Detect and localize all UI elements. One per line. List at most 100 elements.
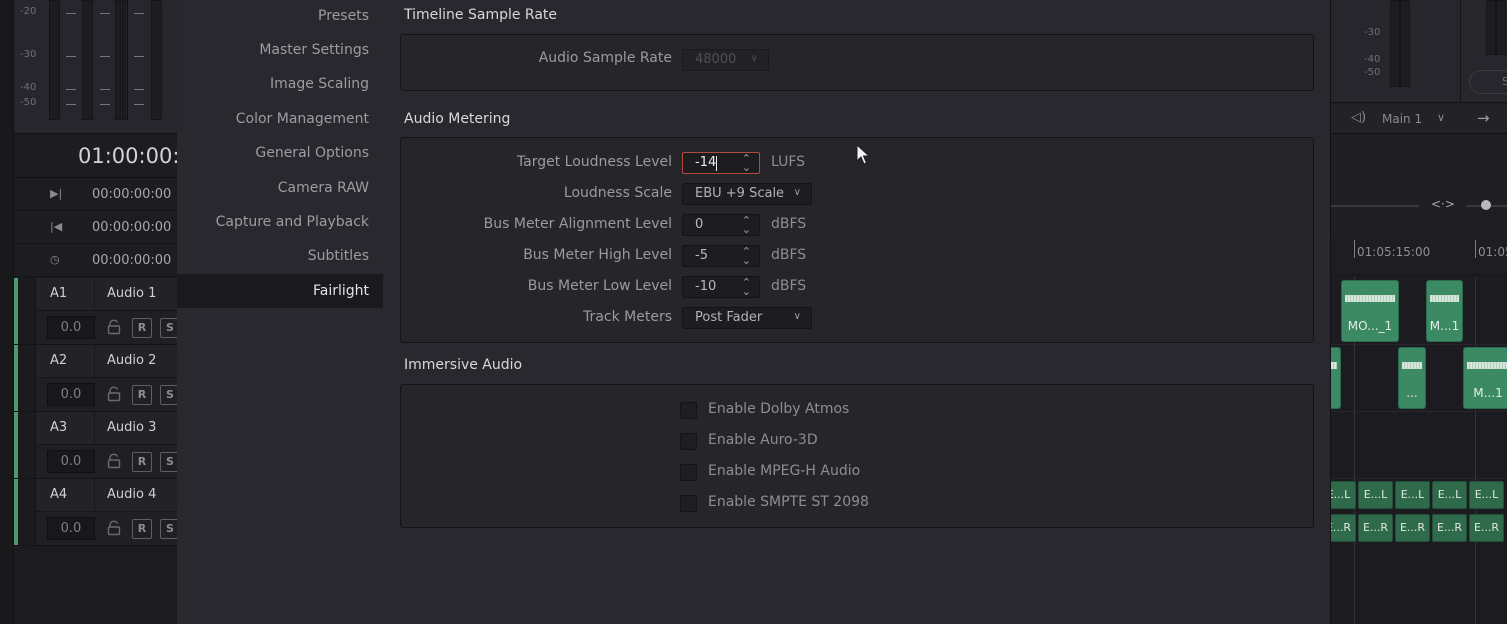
record-arm-button[interactable]: R xyxy=(132,385,152,405)
timecode-row-duration: ◷ 00:00:00:00 xyxy=(14,244,177,277)
audio-clip[interactable]: ... xyxy=(1398,347,1426,409)
track-meters-dropdown[interactable]: Post Fader ∨ xyxy=(682,307,812,329)
stepper-icon[interactable]: ⌃⌄ xyxy=(742,247,751,265)
stereo-clip-right[interactable]: E...R xyxy=(1358,514,1393,542)
bus-name[interactable]: Main 1 xyxy=(1382,112,1422,126)
meter-tick xyxy=(134,56,144,57)
bus-high-value[interactable]: -5 xyxy=(695,248,708,263)
track-header[interactable]: A2 Audio 2 xyxy=(36,345,177,378)
stereo-clip-right[interactable]: E...R xyxy=(1395,514,1430,542)
stereo-clip-left[interactable]: E...L xyxy=(1432,481,1467,509)
meter-scale-label: -40 xyxy=(20,82,36,93)
expand-horizontal-icon[interactable]: <·> xyxy=(1431,197,1455,211)
meter-tick xyxy=(134,104,144,105)
target-loudness-input[interactable]: -14 ⌃⌄ xyxy=(682,152,760,174)
option-label[interactable]: Enable Dolby Atmos xyxy=(708,401,849,417)
audio-clip[interactable]: M...1 xyxy=(1426,280,1463,342)
timeline-ruler[interactable]: 01:05:15:00 01:05 xyxy=(1331,236,1507,276)
checkbox[interactable] xyxy=(680,495,697,512)
track-name[interactable]: Audio 2 xyxy=(107,353,156,368)
stereo-clip-left[interactable]: E...L xyxy=(1358,481,1393,509)
bus-low-unit: dBFS xyxy=(771,278,806,294)
loudness-scale-dropdown[interactable]: EBU +9 Scale ∨ xyxy=(682,183,812,205)
meter-bar xyxy=(115,0,121,120)
stereo-clip-right[interactable]: E...R xyxy=(1331,514,1356,542)
panel-edge xyxy=(0,0,14,624)
track-volume-field[interactable]: 0.0 xyxy=(47,383,95,406)
solo-pill-button[interactable]: S xyxy=(1469,70,1507,94)
option-label[interactable]: Enable SMPTE ST 2098 xyxy=(708,494,869,510)
audio-clip[interactable]: MO..._1 xyxy=(1341,280,1399,342)
stepper-icon[interactable]: ⌃⌄ xyxy=(742,278,751,296)
audio-clip[interactable]: M...1 xyxy=(1463,347,1507,409)
record-arm-button[interactable]: R xyxy=(132,318,152,338)
mark-in-icon: ▶| xyxy=(50,187,62,200)
divider xyxy=(94,479,95,512)
target-loudness-value[interactable]: -14 xyxy=(695,155,716,170)
lock-icon[interactable] xyxy=(106,319,122,335)
meter-scale-label: -40 xyxy=(1364,54,1380,65)
level-meters: -20 -30 -40 -50 xyxy=(14,0,177,134)
nav-item-master-settings[interactable]: Master Settings xyxy=(177,33,383,67)
stereo-clip-right[interactable]: E...R xyxy=(1432,514,1467,542)
stereo-clip-right[interactable]: E...R xyxy=(1469,514,1504,542)
nav-item-capture-playback[interactable]: Capture and Playback xyxy=(177,205,383,239)
bus-alignment-input[interactable]: 0 ⌃⌄ xyxy=(682,214,760,236)
checkbox[interactable] xyxy=(680,402,697,419)
nav-item-subtitles[interactable]: Subtitles xyxy=(177,239,383,273)
record-arm-button[interactable]: R xyxy=(132,519,152,539)
checkbox[interactable] xyxy=(680,464,697,481)
nav-item-presets[interactable]: Presets xyxy=(177,0,383,33)
track-a4[interactable]: A4 Audio 4 0.0 R S xyxy=(14,479,177,546)
stereo-clip-left[interactable]: E...L xyxy=(1331,481,1356,509)
zoom-slider-handle[interactable] xyxy=(1481,200,1491,210)
track-header[interactable]: A3 Audio 3 xyxy=(36,412,177,445)
lane-divider xyxy=(1331,478,1507,479)
stereo-clip-left[interactable]: E...L xyxy=(1469,481,1504,509)
track-volume-field[interactable]: 0.0 xyxy=(47,450,95,473)
track-header[interactable]: A4 Audio 4 xyxy=(36,479,177,512)
bus-low-value[interactable]: -10 xyxy=(695,279,716,294)
lock-icon[interactable] xyxy=(106,386,122,402)
track-id: A4 xyxy=(50,487,67,502)
bus-low-input[interactable]: -10 ⌃⌄ xyxy=(682,276,760,298)
track-volume-field[interactable]: 0.0 xyxy=(47,316,95,339)
nav-item-fairlight[interactable]: Fairlight xyxy=(177,274,383,308)
lock-icon[interactable] xyxy=(106,520,122,536)
track-name[interactable]: Audio 4 xyxy=(107,487,156,502)
track-header[interactable]: A1 Audio 1 xyxy=(36,278,177,311)
track-gap xyxy=(18,345,36,411)
record-arm-button[interactable]: R xyxy=(132,452,152,472)
bus-high-input[interactable]: -5 ⌃⌄ xyxy=(682,245,760,267)
nav-item-image-scaling[interactable]: Image Scaling xyxy=(177,67,383,101)
nav-item-camera-raw[interactable]: Camera RAW xyxy=(177,171,383,205)
option-label[interactable]: Enable MPEG-H Audio xyxy=(708,463,860,479)
meter-tick xyxy=(100,13,110,14)
checkbox[interactable] xyxy=(680,433,697,450)
bus-alignment-value[interactable]: 0 xyxy=(695,217,703,232)
track-a1[interactable]: A1 Audio 1 0.0 R S xyxy=(14,278,177,345)
nav-item-color-management[interactable]: Color Management xyxy=(177,102,383,136)
track-meters-value: Post Fader xyxy=(695,310,762,325)
chevron-down-icon[interactable]: ∨ xyxy=(1437,111,1445,124)
ruler-tick xyxy=(1475,240,1476,258)
zoom-track-left xyxy=(1331,205,1419,207)
stereo-clip-left[interactable]: E...L xyxy=(1395,481,1430,509)
option-label[interactable]: Enable Auro-3D xyxy=(708,432,818,448)
nav-item-general-options[interactable]: General Options xyxy=(177,136,383,170)
track-a3[interactable]: A3 Audio 3 0.0 R S xyxy=(14,412,177,479)
stepper-icon[interactable]: ⌃⌄ xyxy=(742,154,751,172)
arrow-right-icon[interactable]: → xyxy=(1477,109,1490,127)
audio-clip[interactable] xyxy=(1331,347,1341,409)
stepper-icon[interactable]: ⌃⌄ xyxy=(742,216,751,234)
meter-bar xyxy=(49,0,60,120)
section-title-immersive-audio: Immersive Audio xyxy=(404,357,522,373)
meter-bar xyxy=(82,0,93,120)
track-name[interactable]: Audio 3 xyxy=(107,420,156,435)
lock-icon[interactable] xyxy=(106,453,122,469)
bus-selector[interactable]: ◁) Main 1 ∨ → xyxy=(1331,104,1507,134)
fairlight-track-panel: -20 -30 -40 -50 01:00:00: ▶| 00:00:00:00… xyxy=(0,0,177,624)
track-volume-field[interactable]: 0.0 xyxy=(47,517,95,540)
track-name[interactable]: Audio 1 xyxy=(107,286,156,301)
track-a2[interactable]: A2 Audio 2 0.0 R S xyxy=(14,345,177,412)
